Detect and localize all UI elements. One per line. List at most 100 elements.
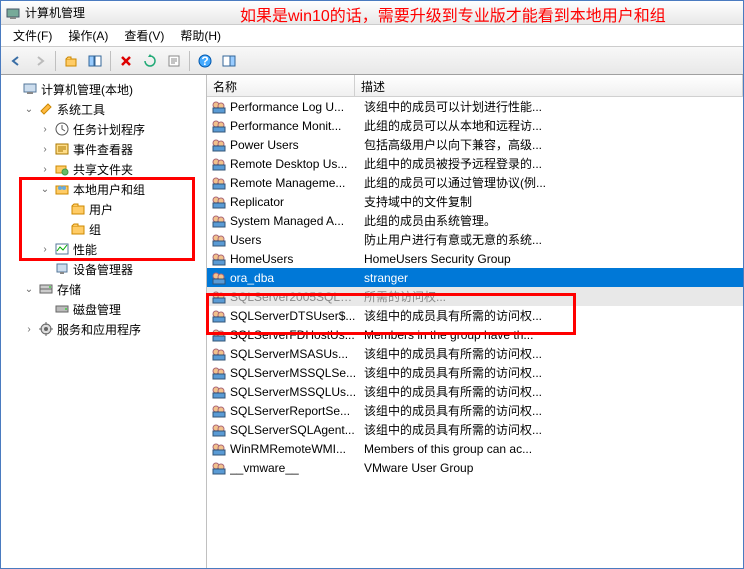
menu-file[interactable]: 文件(F): [5, 25, 60, 46]
item-desc: 所需的访问权...: [358, 288, 743, 305]
expand-icon[interactable]: ›: [39, 124, 51, 135]
list-item[interactable]: SQLServerMSSQLSe...该组中的成员具有所需的访问权...: [207, 363, 743, 382]
list-item[interactable]: Performance Monit...此组的成员可以从本地和远程访...: [207, 116, 743, 135]
tree-shared-folders[interactable]: ›共享文件夹: [1, 159, 206, 179]
up-button[interactable]: [60, 50, 82, 72]
mmc-window: 计算机管理 如果是win10的话，需要升级到专业版才能看到本地用户和组 文件(F…: [0, 0, 744, 569]
list-item[interactable]: ora_dbastranger: [207, 268, 743, 287]
list-item[interactable]: SQLServerMSASUs...该组中的成员具有所需的访问权...: [207, 344, 743, 363]
item-desc: Members of this group can ac...: [358, 442, 743, 456]
tree-event-viewer[interactable]: ›事件查看器: [1, 139, 206, 159]
group-icon: [211, 422, 227, 438]
list-item[interactable]: SQLServerDTSUser$...该组中的成员具有所需的访问权...: [207, 306, 743, 325]
help-button[interactable]: ?: [194, 50, 216, 72]
services-icon: [38, 321, 54, 337]
expand-icon[interactable]: ⌄: [23, 284, 35, 295]
list-item[interactable]: Performance Log U...该组中的成员可以计划进行性能...: [207, 97, 743, 116]
item-desc: 该组中的成员具有所需的访问权...: [358, 383, 743, 400]
folder-icon: [70, 221, 86, 237]
tree-storage[interactable]: ⌄存储: [1, 279, 206, 299]
item-desc: 此组的成员可以从本地和远程访...: [358, 117, 743, 134]
expand-icon[interactable]: ›: [39, 144, 51, 155]
device-icon: [54, 261, 70, 277]
list-item[interactable]: Power Users包括高级用户以向下兼容，高级...: [207, 135, 743, 154]
tree-users[interactable]: ▸用户: [1, 199, 206, 219]
menu-help[interactable]: 帮助(H): [172, 25, 229, 46]
menubar: 文件(F) 操作(A) 查看(V) 帮助(H): [1, 25, 743, 47]
storage-icon: [38, 281, 54, 297]
forward-button[interactable]: [29, 50, 51, 72]
separator: [110, 51, 111, 71]
item-name: WinRMRemoteWMI...: [230, 442, 358, 456]
groups-list[interactable]: Performance Log U...该组中的成员可以计划进行性能...Per…: [207, 97, 743, 568]
show-hide-tree-button[interactable]: [84, 50, 106, 72]
expand-icon[interactable]: ›: [39, 244, 51, 255]
group-icon: [211, 251, 227, 267]
group-icon: [211, 327, 227, 343]
tree-panel[interactable]: ▸计算机管理(本地) ⌄系统工具 ›任务计划程序 ›事件查看器 ›共享文件夹 ⌄…: [1, 75, 207, 568]
list-item[interactable]: SQLServerSQLAgent...该组中的成员具有所需的访问权...: [207, 420, 743, 439]
users-icon: [54, 181, 70, 197]
list-item[interactable]: SQLServer2005SQLBrowserUser$ACER所需的访问权..…: [207, 287, 743, 306]
item-name: Users: [230, 233, 358, 247]
tree-services-apps[interactable]: ›服务和应用程序: [1, 319, 206, 339]
expand-icon[interactable]: ›: [39, 164, 51, 175]
expand-icon[interactable]: ›: [23, 324, 35, 335]
tree-task-scheduler[interactable]: ›任务计划程序: [1, 119, 206, 139]
menu-view[interactable]: 查看(V): [116, 25, 172, 46]
item-desc: 该组中的成员具有所需的访问权...: [358, 345, 743, 362]
delete-button[interactable]: [115, 50, 137, 72]
list-item[interactable]: Replicator支持域中的文件复制: [207, 192, 743, 211]
titlebar[interactable]: 计算机管理: [1, 1, 743, 25]
list-item[interactable]: SQLServerMSSQLUs...该组中的成员具有所需的访问权...: [207, 382, 743, 401]
content-area: ▸计算机管理(本地) ⌄系统工具 ›任务计划程序 ›事件查看器 ›共享文件夹 ⌄…: [1, 75, 743, 568]
app-icon: [5, 5, 21, 21]
column-name[interactable]: 名称: [207, 75, 355, 96]
disk-icon: [54, 301, 70, 317]
expand-icon[interactable]: ⌄: [39, 184, 51, 195]
list-item[interactable]: System Managed A...此组的成员由系统管理。: [207, 211, 743, 230]
refresh-button[interactable]: [139, 50, 161, 72]
list-item[interactable]: __vmware__VMware User Group: [207, 458, 743, 477]
list-item[interactable]: SQLServerReportSe...该组中的成员具有所需的访问权...: [207, 401, 743, 420]
clock-icon: [54, 121, 70, 137]
group-icon: [211, 175, 227, 191]
item-desc: 包括高级用户以向下兼容，高级...: [358, 136, 743, 153]
tree-local-users-groups[interactable]: ⌄本地用户和组: [1, 179, 206, 199]
tree-disk-management[interactable]: ▸磁盘管理: [1, 299, 206, 319]
tree-system-tools[interactable]: ⌄系统工具: [1, 99, 206, 119]
action-pane-button[interactable]: [218, 50, 240, 72]
item-desc: 该组中的成员具有所需的访问权...: [358, 402, 743, 419]
item-desc: 该组中的成员具有所需的访问权...: [358, 307, 743, 324]
menu-action[interactable]: 操作(A): [60, 25, 116, 46]
group-icon: [211, 289, 227, 305]
item-name: Power Users: [230, 138, 358, 152]
share-icon: [54, 161, 70, 177]
tree-groups[interactable]: ▸组: [1, 219, 206, 239]
list-item[interactable]: Users防止用户进行有意或无意的系统...: [207, 230, 743, 249]
item-name: Performance Monit...: [230, 119, 358, 133]
tree-root[interactable]: ▸计算机管理(本地): [1, 79, 206, 99]
svg-text:?: ?: [201, 54, 208, 68]
group-icon: [211, 194, 227, 210]
tree-performance[interactable]: ›性能: [1, 239, 206, 259]
group-icon: [211, 137, 227, 153]
item-name: SQLServerMSASUs...: [230, 347, 358, 361]
back-button[interactable]: [5, 50, 27, 72]
item-name: ora_dba: [230, 271, 358, 285]
list-item[interactable]: Remote Manageme...此组的成员可以通过管理协议(例...: [207, 173, 743, 192]
column-desc[interactable]: 描述: [355, 75, 743, 96]
list-item[interactable]: WinRMRemoteWMI...Members of this group c…: [207, 439, 743, 458]
list-item[interactable]: HomeUsersHomeUsers Security Group: [207, 249, 743, 268]
expand-icon[interactable]: ⌄: [23, 104, 35, 115]
item-desc: 该组中的成员可以计划进行性能...: [358, 98, 743, 115]
export-button[interactable]: [163, 50, 185, 72]
item-name: SQLServerMSSQLSe...: [230, 366, 358, 380]
item-name: SQLServerMSSQLUs...: [230, 385, 358, 399]
tree-device-manager[interactable]: ▸设备管理器: [1, 259, 206, 279]
list-item[interactable]: SQLServerFDHostUs...Members in the group…: [207, 325, 743, 344]
list-item[interactable]: Remote Desktop Us...此组中的成员被授予远程登录的...: [207, 154, 743, 173]
group-icon: [211, 460, 227, 476]
group-icon: [211, 270, 227, 286]
item-name: SQLServerReportSe...: [230, 404, 358, 418]
